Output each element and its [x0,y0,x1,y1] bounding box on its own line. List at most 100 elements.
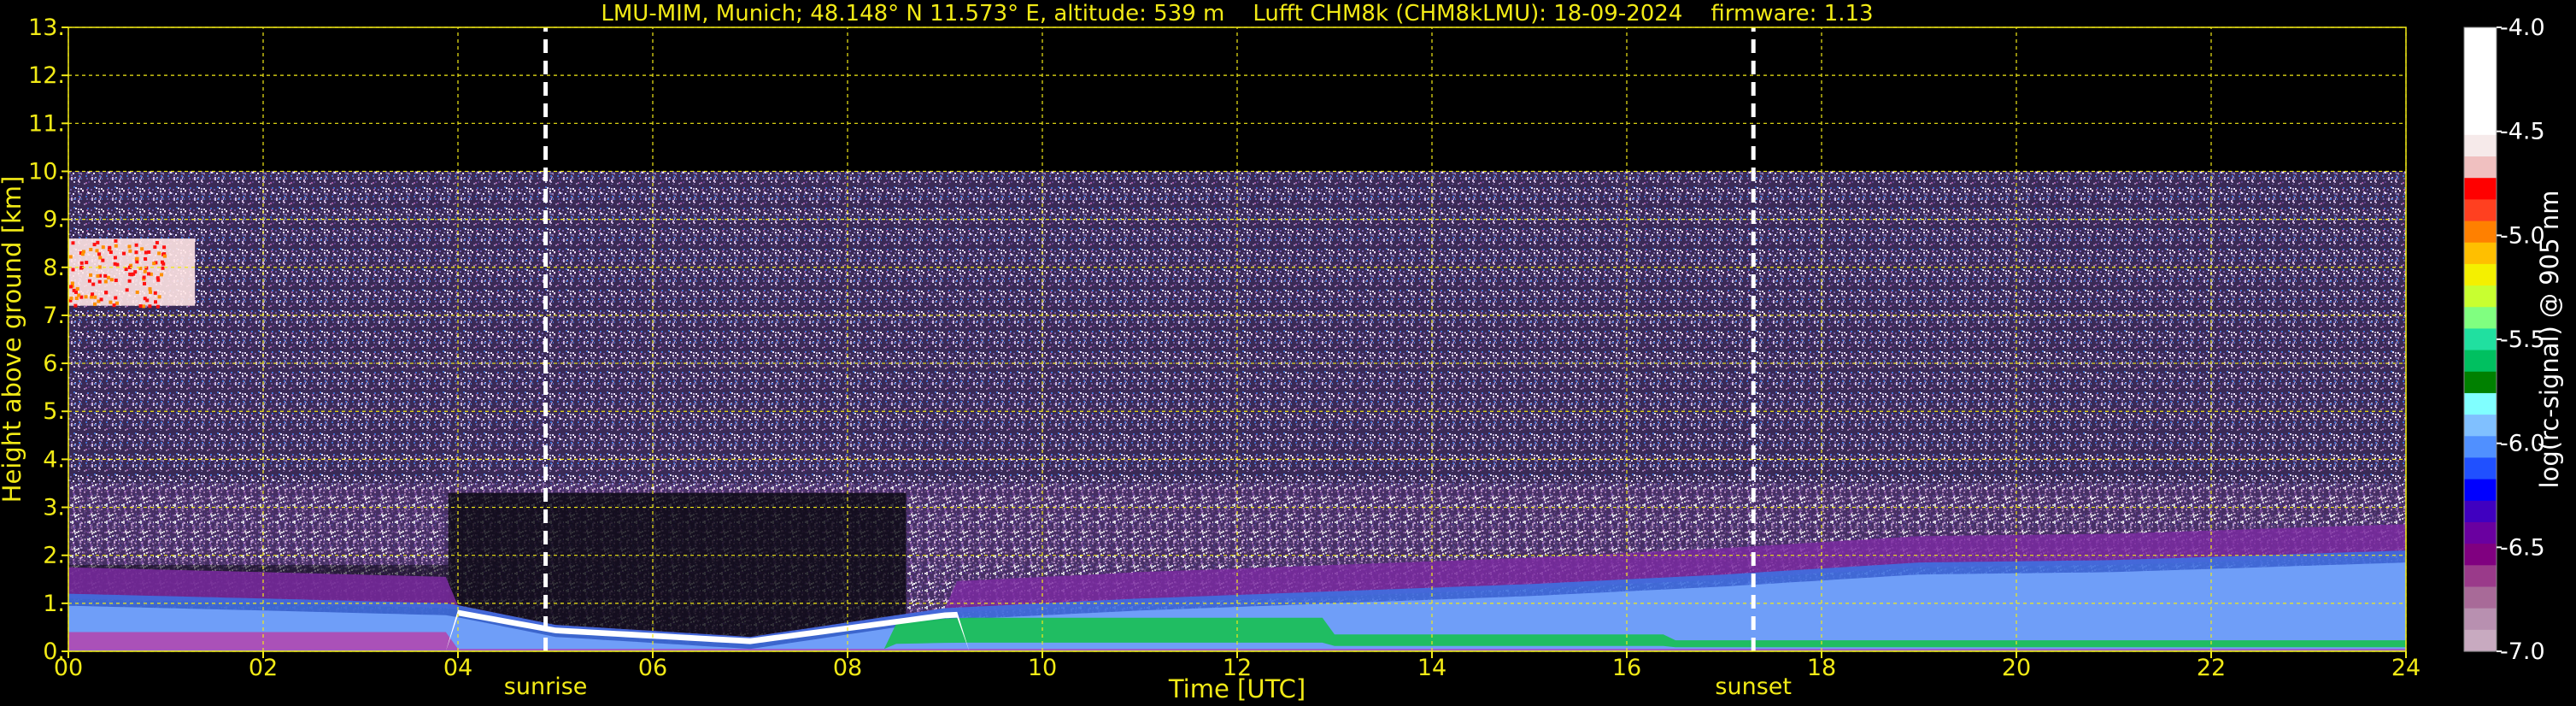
cloud-core [128,272,132,276]
cloud-core [122,251,126,256]
cloud-core [73,290,78,294]
x-tick-label: 10 [1028,655,1057,681]
y-tick-label: 5. [43,398,65,425]
x-tick-label: 22 [2197,655,2226,681]
cloud-core [138,304,143,309]
cloud-core [91,292,95,297]
y-tick-label: 2. [43,543,65,569]
cloud-core [155,240,159,244]
cloud-core [97,252,102,256]
cloud-core [142,304,146,309]
y-tick-label: 13. [28,15,65,41]
colorbar-swatch [2464,415,2497,437]
colorbar-swatch [2464,436,2497,459]
colorbar-swatch [2464,221,2497,244]
colorbar-swatch [2464,629,2497,652]
cloud-core [73,303,78,308]
x-tick-label: 18 [1807,655,1836,681]
y-tick-label: 8. [43,255,65,281]
cloud-core [95,249,99,253]
cloud-core [124,267,128,271]
colorbar-swatch [2464,457,2497,480]
y-tick-label: 1. [43,591,65,617]
colorbar-swatch [2464,565,2497,588]
cloud-core [144,250,148,255]
cloud-core [71,241,75,245]
cloud-core [85,261,89,265]
x-tick-label: 02 [249,655,278,681]
cloud-core [127,279,132,283]
x-tick-label: 16 [1612,655,1641,681]
cloud-core [135,260,139,264]
ceilometer-chart: LMU-MIM, Munich; 48.148° N 11.573° E, al… [0,0,2576,706]
cloud-core [109,250,113,255]
cloud-core [109,300,113,304]
x-tick-label: 20 [2002,655,2031,681]
cloud-core [93,295,97,299]
cloud-core [91,282,96,286]
cloud-core [114,244,118,248]
y-tick-label: 6. [43,350,65,377]
cloud-core [147,272,151,276]
y-tick-label: 7. [43,303,65,329]
colorbar-swatch [2464,392,2497,415]
cloud-core [149,290,153,294]
cloud-core [103,279,108,284]
y-axis-label: Height above ground [km] [0,176,26,503]
colorbar-swatch [2464,113,2497,136]
cloud-core [135,290,139,294]
cloud-core [104,291,109,295]
colorbar-swatch [2464,178,2497,200]
cloud-core [155,276,160,280]
cloud-core [77,293,81,297]
y-tick-label: 9. [43,207,65,233]
sunset-label: sunset [1715,674,1792,700]
x-tick-label: 04 [443,655,472,681]
cloud-core [142,275,146,279]
cloud-core [114,296,118,300]
colorbar-swatch [2464,544,2497,566]
colorbar-swatch [2464,27,2497,50]
colorbar-swatch [2464,608,2497,631]
cloud-core [101,258,105,262]
colorbar-swatch [2464,49,2497,71]
y-tick-label: 0. [43,638,65,665]
colorbar-tick-label: -4.0 [2500,15,2545,41]
cloud-core [113,256,117,260]
cloud-core [162,254,167,258]
x-tick-label: 08 [833,655,862,681]
y-tick-label: 12. [28,62,65,89]
cloud-core [152,262,156,266]
colorbar-swatch [2464,134,2497,157]
cloud-core [79,261,84,265]
cloud-core [93,302,97,306]
cloud-core [109,278,114,282]
cloud-core [134,243,138,247]
cloud-core [125,288,129,292]
cloud-core [108,245,112,250]
cloud-core [96,240,100,244]
cloud-core [69,297,73,301]
colorbar-swatch [2464,328,2497,351]
cloud-core [114,238,118,243]
x-tick-label: 06 [638,655,667,681]
colorbar-tick-label: -7.0 [2500,638,2545,665]
cloud-core [153,291,157,295]
cloud-core [153,245,157,250]
cloud-core [113,262,117,266]
colorbar-swatch [2464,156,2497,179]
cloud-core [97,279,102,284]
cloud-core [101,245,105,250]
cloud-core [128,249,132,253]
cloud-core [112,303,116,308]
cloud-core [89,247,93,251]
x-axis-label: Time [UTC] [1168,674,1306,703]
cloud-core [161,262,166,266]
colorbar-swatch [2464,479,2497,502]
cloud-core [89,273,93,277]
cloud-core [161,266,165,270]
cloud-core [154,300,158,304]
cloud-core [92,243,97,247]
colorbar-swatch [2464,586,2497,609]
cloud-core [69,285,73,289]
